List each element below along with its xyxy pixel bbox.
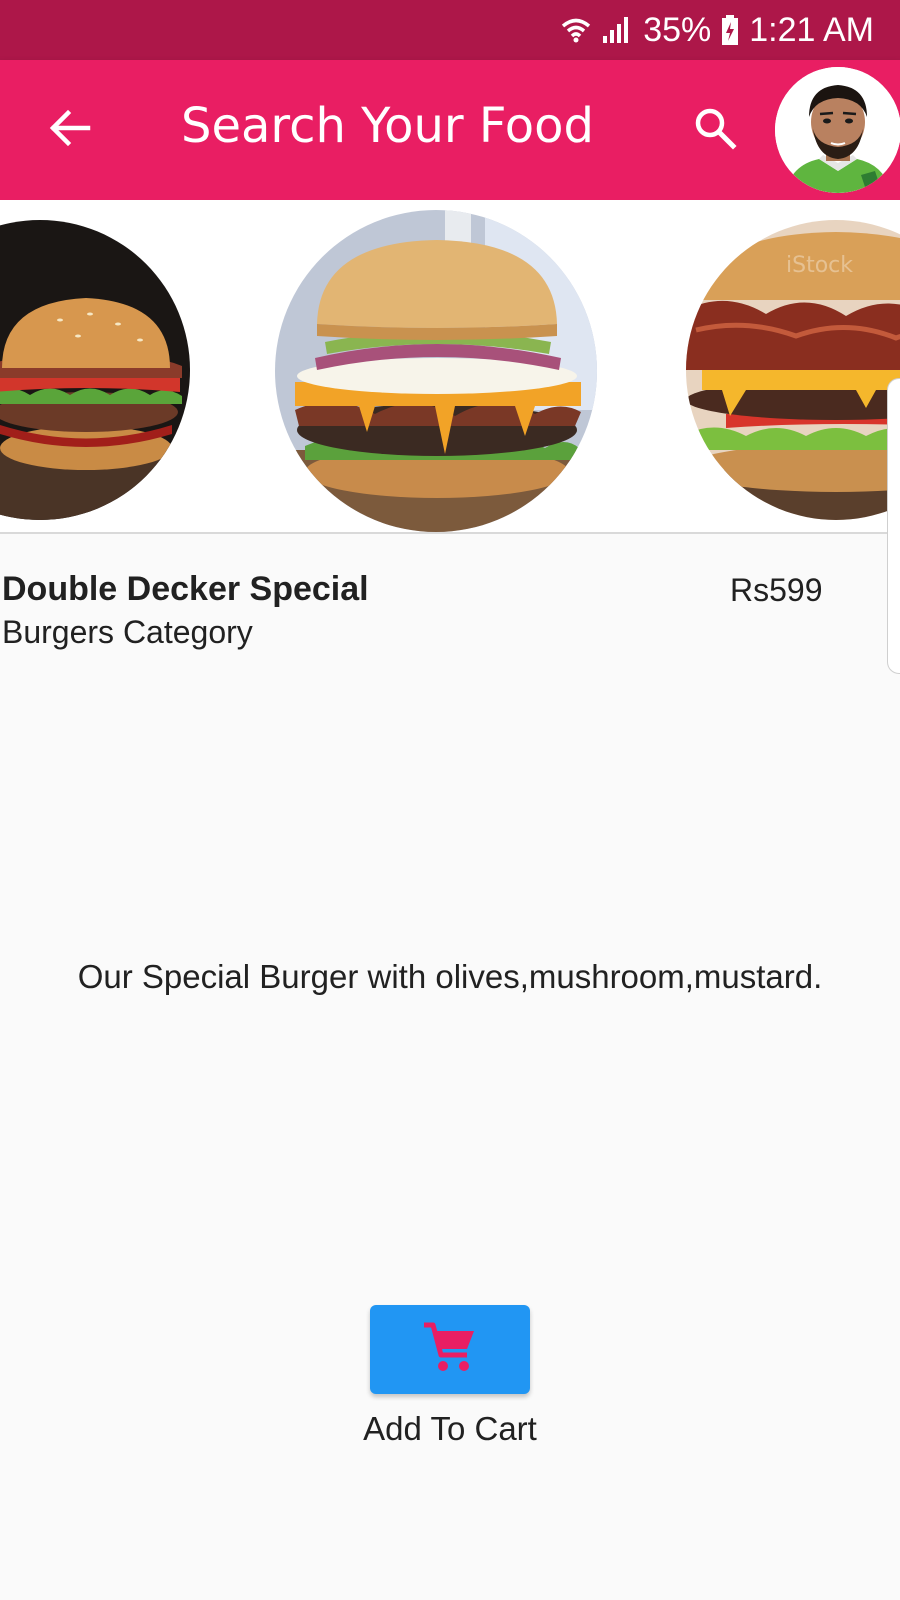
svg-text:iStock: iStock [786,253,853,278]
item-description: Our Special Burger with olives,mushroom,… [77,958,823,995]
back-button[interactable] [40,100,100,160]
wifi-icon [561,14,591,46]
cart-icon [422,1321,478,1378]
battery-charging-icon [721,14,739,46]
arrow-back-icon [48,108,92,153]
burger-image[interactable] [0,220,190,520]
double-decker-burger-image[interactable] [275,210,597,532]
item-price: Rs599 [730,572,823,608]
page-title: Search Your Food [181,98,594,154]
food-image-carousel[interactable]: iStock [0,200,900,534]
status-icons: 35% 1:21 AM [561,0,874,60]
search-icon [693,106,737,155]
item-category: Burgers Category [2,614,253,650]
profile-avatar[interactable] [775,67,900,193]
battery-text: 35% [643,10,712,49]
clock: 1:21 AM [749,10,874,49]
add-to-cart-button[interactable] [370,1305,530,1394]
bacon-burger-image[interactable]: iStock [686,220,900,520]
app-bar: Search Your Food [0,60,900,200]
item-name: Double Decker Special [2,570,369,608]
scrollbar-edge[interactable] [887,378,900,674]
search-button[interactable] [685,100,745,160]
signal-icon [601,15,633,45]
status-bar: 35% 1:21 AM [0,0,900,60]
add-to-cart-label: Add To Cart [363,1410,537,1447]
